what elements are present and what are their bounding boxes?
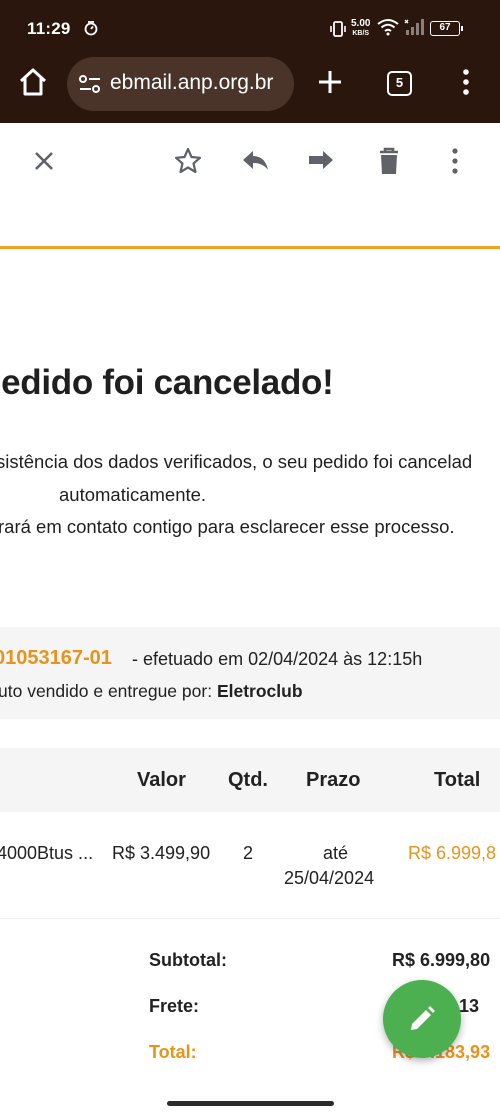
order-info-box: 01053167-01 - efetuado em 02/04/2024 às … (0, 627, 500, 719)
gesture-bar[interactable] (167, 1101, 334, 1106)
status-time: 11:29 (27, 19, 71, 38)
header-prazo: Prazo (306, 769, 361, 791)
product-qty: 2 (243, 843, 254, 863)
forward-icon[interactable] (306, 146, 336, 176)
seller-line: uto vendido e entregue por: Eletroclub (0, 681, 303, 702)
header-total: Total (434, 769, 481, 791)
wifi-icon (377, 18, 399, 41)
home-icon[interactable] (16, 65, 50, 99)
header-qtd: Qtd. (228, 769, 268, 791)
status-bar: 11:29 5.00 KB/S 67 (0, 0, 500, 56)
paragraph-line-1: sistência dos dados verificados, o seu p… (0, 451, 473, 472)
product-name: 4000Btus ... (0, 843, 94, 863)
deadline-line-1: até (323, 843, 349, 863)
edit-icon (411, 1006, 435, 1030)
seller-name: Eletroclub (216, 681, 303, 701)
mail-toolbar (0, 123, 500, 199)
url-text[interactable]: ebmail.anp.org.br (110, 71, 273, 95)
compose-button[interactable] (383, 980, 461, 1058)
product-value: R$ 3.499,90 (112, 843, 211, 863)
close-icon[interactable] (29, 146, 59, 176)
header-divider (0, 246, 500, 249)
shipping-label: Frete: (149, 996, 200, 1016)
star-icon[interactable] (173, 146, 203, 176)
order-number[interactable]: 01053167-01 (0, 647, 112, 670)
paragraph-line-3: rará em contato contigo para esclarecer … (0, 516, 455, 537)
total-label: Total: (149, 1042, 197, 1062)
site-settings-icon[interactable] (79, 74, 101, 94)
signal-icon (402, 18, 424, 41)
more-options-icon[interactable] (440, 146, 470, 176)
reply-icon[interactable] (240, 146, 270, 176)
address-bar[interactable]: ebmail.anp.org.br (67, 57, 294, 111)
net-speed-value: 5.00 (351, 18, 371, 29)
header-valor: Valor (137, 769, 186, 791)
paragraph-line-2: automaticamente. (59, 484, 207, 505)
battery-indicator: 67 (430, 21, 463, 36)
new-tab-icon[interactable] (316, 68, 344, 96)
tab-switcher-button[interactable]: 5 (387, 71, 412, 96)
timer-icon (83, 20, 99, 41)
row-divider (0, 918, 500, 919)
browser-menu-icon[interactable] (455, 68, 477, 96)
subtotal-label: Subtotal: (149, 950, 227, 970)
vibrate-icon (329, 20, 347, 43)
subtotal-value: R$ 6.999,80 (392, 950, 491, 970)
product-total: R$ 6.999,8 (408, 843, 497, 863)
order-date: - efetuado em 02/04/2024 às 12:15h (132, 649, 423, 669)
delete-icon[interactable] (374, 146, 404, 176)
net-speed: 5.00 KB/S (351, 19, 370, 38)
deadline-line-2: 25/04/2024 (284, 868, 375, 888)
table-header: Valor Qtd. Prazo Total (0, 748, 500, 812)
net-speed-unit: KB/S (352, 30, 370, 37)
seller-prefix: uto vendido e entregue por: (0, 681, 213, 701)
email-headline: pedido foi cancelado! (0, 363, 334, 402)
browser-top-bar: 11:29 5.00 KB/S 67 ebmail.anp.org.br 5 (0, 0, 500, 123)
